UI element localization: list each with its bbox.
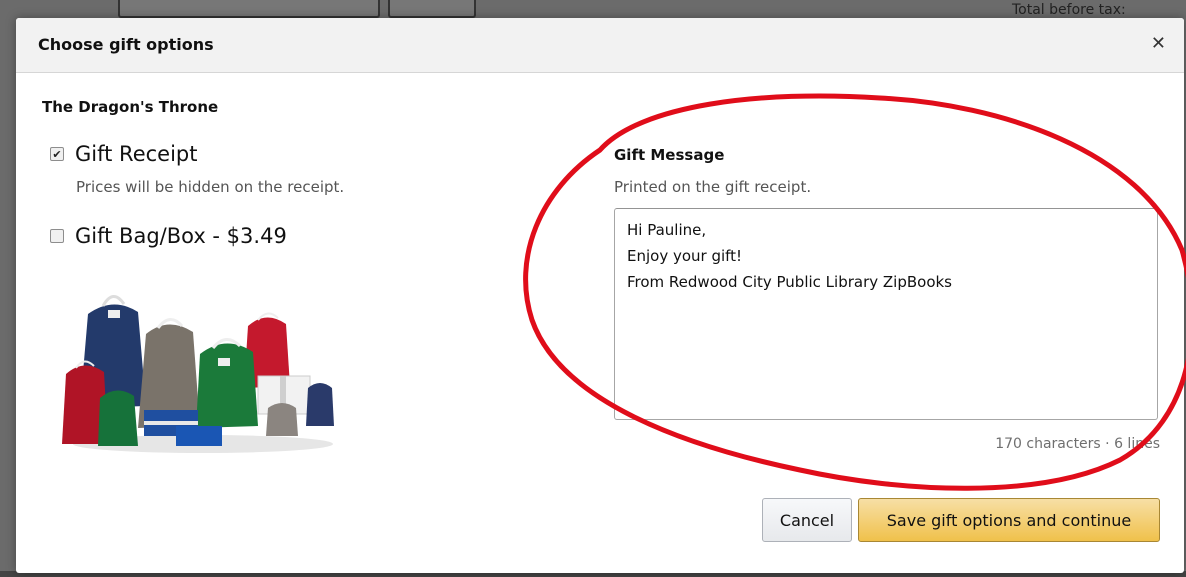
gift-receipt-description: Prices will be hidden on the receipt. (76, 178, 345, 196)
gift-bag-checkbox[interactable] (50, 229, 64, 243)
dialog-header: Choose gift options ✕ (16, 18, 1184, 73)
gift-message-textarea[interactable]: Hi Pauline, Enjoy your gift! From Redwoo… (614, 208, 1158, 420)
character-counter: 170 characters · 6 lines (995, 436, 1160, 452)
gift-bag-option[interactable]: Gift Bag/Box - $3.49 (50, 224, 287, 248)
gift-message-line: Hi Pauline, (627, 221, 707, 239)
cancel-button[interactable]: Cancel (762, 498, 852, 542)
gift-message-line: Enjoy your gift! (627, 247, 743, 265)
gift-options-dialog: Choose gift options ✕ The Dragon's Thron… (16, 18, 1184, 573)
gift-message-label: Gift Message (614, 146, 725, 164)
dialog-title: Choose gift options (38, 35, 214, 54)
product-title: The Dragon's Throne (42, 98, 219, 116)
background-button (388, 0, 476, 18)
gift-message-description: Printed on the gift receipt. (614, 178, 812, 196)
background-left-strip (0, 0, 16, 577)
gift-receipt-option[interactable]: ✔ Gift Receipt (50, 142, 197, 166)
save-gift-options-button[interactable]: Save gift options and continue (858, 498, 1160, 542)
gift-bags-image (62, 295, 334, 453)
gift-bag-label[interactable]: Gift Bag/Box - $3.49 (75, 224, 287, 248)
gift-receipt-checkbox[interactable]: ✔ (50, 147, 64, 161)
gift-receipt-label[interactable]: Gift Receipt (75, 142, 197, 166)
background-total-label: Total before tax: (1012, 2, 1126, 18)
gift-message-line: From Redwood City Public Library ZipBook… (627, 273, 952, 291)
background-input (118, 0, 380, 18)
close-icon[interactable]: ✕ (1151, 33, 1166, 54)
